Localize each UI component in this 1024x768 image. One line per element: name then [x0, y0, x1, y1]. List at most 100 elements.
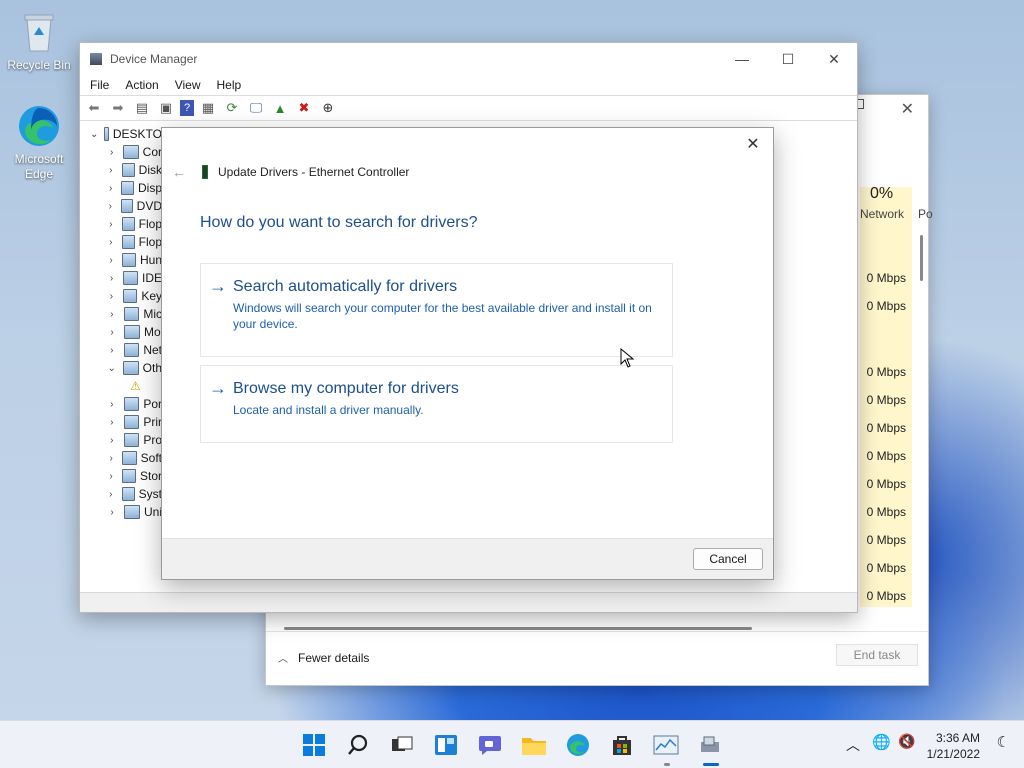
chevron-right-icon[interactable]: › — [106, 399, 118, 410]
maximize-icon[interactable]: ☐ — [765, 51, 811, 68]
notifications-icon[interactable]: ☾ — [997, 733, 1010, 751]
chat-icon[interactable] — [476, 731, 504, 759]
chevron-right-icon[interactable]: › — [106, 345, 118, 356]
clock[interactable]: 3:36 AM 1/21/2022 — [927, 730, 980, 762]
chevron-right-icon[interactable]: › — [106, 255, 116, 266]
show-hide-tree-icon[interactable]: ▤ — [132, 99, 152, 117]
desktop-icon-recycle-bin[interactable]: Recycle Bin — [1, 10, 77, 72]
tree-item[interactable]: › Hun — [80, 251, 162, 269]
chevron-right-icon[interactable]: › — [106, 489, 116, 500]
tree-item[interactable]: › Mic — [80, 305, 162, 323]
dialog-close-icon[interactable]: ✕ — [741, 134, 765, 154]
tree-item[interactable]: › Cor — [80, 143, 162, 161]
tree-item[interactable]: › IDE — [80, 269, 162, 287]
tree-item[interactable]: › Syst — [80, 485, 162, 503]
chevron-right-icon[interactable]: › — [106, 417, 118, 428]
tree-label: Uni — [144, 505, 162, 519]
dialog-footer: Cancel — [162, 538, 773, 579]
tree-item-ethernet-controller[interactable]: ⚠ — [80, 377, 162, 395]
start-icon[interactable] — [300, 731, 328, 759]
back-arrow-icon[interactable]: ← — [172, 164, 188, 180]
scan-hardware-icon[interactable]: 🖵 — [246, 99, 266, 117]
tree-item[interactable]: › Por — [80, 395, 162, 413]
chevron-right-icon[interactable]: › — [106, 507, 118, 518]
network-column-header[interactable]: Network — [860, 207, 904, 221]
device-manager-titlebar[interactable]: Device Manager — ☐ ✕ — [80, 43, 857, 75]
help-icon[interactable]: ? — [180, 100, 194, 116]
cancel-button[interactable]: Cancel — [693, 548, 763, 570]
menu-view[interactable]: View — [175, 78, 201, 92]
tree-item[interactable]: › Disp — [80, 179, 162, 197]
device-manager-taskbar-icon[interactable] — [696, 731, 724, 759]
update-driver-icon[interactable]: ⟳ — [222, 99, 242, 117]
chevron-up-icon[interactable]: ︿ — [846, 735, 860, 755]
horizontal-scrollbar[interactable] — [284, 627, 752, 630]
chevron-right-icon[interactable]: › — [106, 309, 118, 320]
search-automatically-option[interactable]: → Search automatically for drivers Windo… — [200, 263, 673, 357]
end-task-button[interactable]: End task — [836, 644, 918, 666]
tree-label: IDE — [141, 271, 162, 285]
file-explorer-icon[interactable] — [520, 731, 548, 759]
chevron-right-icon[interactable]: › — [106, 273, 117, 284]
tree-item[interactable]: › Soft — [80, 449, 162, 467]
tree-item[interactable]: › Pro — [80, 431, 162, 449]
volume-muted-icon[interactable]: 🔇 — [898, 733, 915, 750]
tree-item[interactable]: › Key — [80, 287, 162, 305]
chevron-right-icon[interactable]: › — [106, 237, 116, 248]
fewer-details-label: Fewer details — [298, 650, 370, 665]
tree-item[interactable]: › Mo — [80, 323, 162, 341]
chevron-right-icon[interactable]: › — [106, 183, 115, 194]
add-driver-icon[interactable]: ▲ — [270, 99, 290, 117]
view-icon[interactable]: ▦ — [198, 99, 218, 117]
tree-item[interactable]: › Net — [80, 341, 162, 359]
chevron-right-icon[interactable]: › — [106, 147, 117, 158]
minimize-icon[interactable]: — — [719, 51, 765, 68]
chevron-right-icon[interactable]: › — [106, 219, 116, 230]
task-manager-taskbar-icon[interactable] — [652, 731, 680, 759]
tree-item[interactable]: › DVD — [80, 197, 162, 215]
tree-item[interactable]: › Flop — [80, 233, 162, 251]
uninstall-icon[interactable]: ✖ — [294, 99, 314, 117]
back-arrow-icon[interactable]: ⬅ — [84, 99, 104, 117]
widgets-icon[interactable] — [432, 731, 460, 759]
fewer-details-button[interactable]: ︿ Fewer details — [278, 650, 370, 666]
power-column-header[interactable]: Po — [918, 207, 933, 221]
chevron-right-icon[interactable]: › — [106, 291, 117, 302]
chevron-down-icon[interactable]: ⌄ — [90, 129, 98, 140]
globe-icon[interactable]: 🌐 — [872, 733, 891, 751]
task-manager-close-icon[interactable]: ✕ — [901, 99, 914, 119]
edge-taskbar-icon[interactable] — [564, 731, 592, 759]
browse-computer-option[interactable]: → Browse my computer for drivers Locate … — [200, 365, 673, 443]
chevron-right-icon[interactable]: › — [106, 471, 116, 482]
close-icon[interactable]: ✕ — [811, 51, 857, 68]
warning-icon: ⚠ — [130, 379, 141, 393]
tree-item[interactable]: › Uni — [80, 503, 162, 521]
forward-arrow-icon[interactable]: ➡ — [108, 99, 128, 117]
tree-item[interactable]: › Stor — [80, 467, 162, 485]
task-view-icon[interactable] — [388, 731, 416, 759]
chevron-right-icon[interactable]: › — [106, 165, 116, 176]
chevron-right-icon[interactable]: › — [106, 435, 118, 446]
tree-item[interactable]: › Disk — [80, 161, 162, 179]
tm-scrollbar[interactable] — [920, 235, 923, 281]
chevron-right-icon[interactable]: › — [106, 201, 115, 212]
menu-file[interactable]: File — [90, 78, 109, 92]
device-manager-title: Device Manager — [110, 52, 198, 66]
tree-item-other[interactable]: ⌄ Oth — [80, 359, 162, 377]
tree-item[interactable]: › Prir — [80, 413, 162, 431]
tree-root[interactable]: ⌄ DESKTO — [64, 125, 162, 143]
properties-icon[interactable]: ▣ — [156, 99, 176, 117]
chevron-right-icon[interactable]: › — [106, 327, 118, 338]
tree-item[interactable]: › Flop — [80, 215, 162, 233]
chevron-down-icon[interactable]: ⌄ — [106, 363, 117, 374]
download-icon[interactable]: ⊕ — [318, 99, 338, 117]
menu-action[interactable]: Action — [125, 78, 158, 92]
search-icon[interactable] — [344, 731, 372, 759]
desktop-icon-edge[interactable]: Microsoft Edge — [1, 104, 77, 182]
menu-help[interactable]: Help — [217, 78, 242, 92]
store-icon[interactable] — [608, 731, 636, 759]
arrow-right-icon: → — [209, 276, 227, 296]
update-drivers-dialog[interactable]: ✕ ← Update Drivers - Ethernet Controller… — [161, 127, 774, 580]
chevron-right-icon[interactable]: › — [106, 453, 116, 464]
arrow-right-icon: → — [209, 378, 227, 398]
